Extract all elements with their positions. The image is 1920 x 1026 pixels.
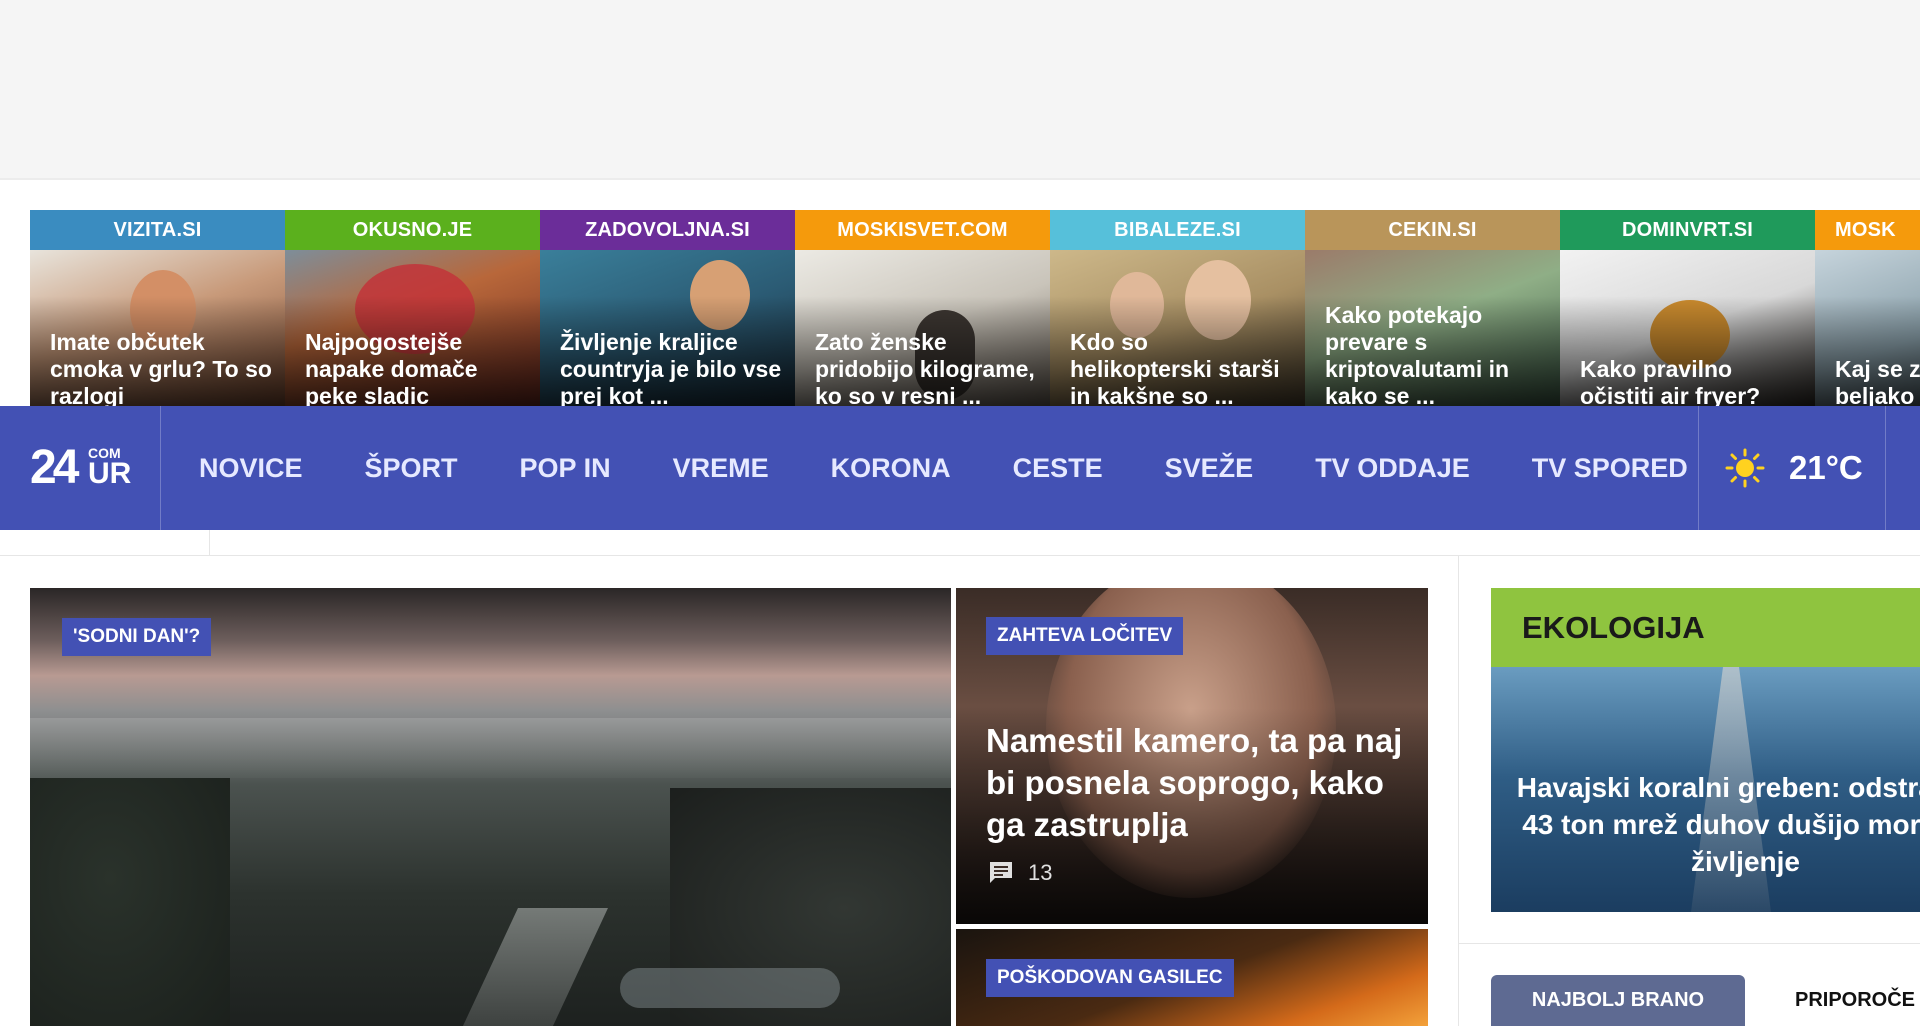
story-card[interactable]: ZAHTEVA LOČITEV Namestil kamero, ta pa n… <box>956 588 1428 924</box>
partner-title[interactable]: Kako pravilno očistiti air fryer? <box>1580 356 1803 406</box>
nav-item-ceste[interactable]: CESTE <box>1013 453 1103 484</box>
divider <box>1458 943 1920 944</box>
story-title[interactable]: Namestil kamero, ta pa naj bi posnela so… <box>986 720 1406 846</box>
story-tag[interactable]: POŠKODOVAN GASILEC <box>986 959 1234 997</box>
nav-item-novice[interactable]: NOVICE <box>199 453 303 484</box>
partner-title[interactable]: Kdo so helikopterski starši in kakšne so… <box>1070 329 1293 406</box>
comment-count-value: 13 <box>1028 860 1053 885</box>
ekologija-box[interactable]: EKOLOGIJA Havajski koralni greben: odstr… <box>1491 588 1920 912</box>
hero-story[interactable]: 'SODNI DAN'? <box>30 588 951 1026</box>
partner-strip: VIZITA.SI Imate občutek cmoka v grlu? To… <box>30 210 1920 406</box>
nav-item-sport[interactable]: ŠPORT <box>365 453 458 484</box>
nav-item-vreme[interactable]: VREME <box>673 453 769 484</box>
logo-number: 24 <box>30 441 79 494</box>
tab-priporoceno[interactable]: PRIPOROČE <box>1745 975 1920 1026</box>
ad-banner-area <box>0 0 1920 180</box>
partner-source[interactable]: MOSKISVET.COM <box>795 210 1050 250</box>
story-tag[interactable]: 'SODNI DAN'? <box>62 618 212 656</box>
temperature: 21°C <box>1789 449 1863 486</box>
partner-title[interactable]: Kaj se z uživate beljako <box>1835 356 1920 406</box>
partner-card[interactable]: ZADOVOLJNA.SI Življenje kraljice country… <box>540 210 795 406</box>
partner-title[interactable]: Kako potekajo prevare s kriptovalutami i… <box>1325 302 1548 406</box>
divider <box>209 530 210 555</box>
story-title[interactable]: Havajski koralni greben: odstranili 43 t… <box>1511 769 1920 880</box>
main-navigation: 24 COM UR NOVICE ŠPORT POP IN VREME KORO… <box>0 406 1920 530</box>
column-divider <box>1458 556 1459 1026</box>
section-heading[interactable]: EKOLOGIJA <box>1491 588 1920 667</box>
nav-item-korona[interactable]: KORONA <box>831 453 951 484</box>
partner-card[interactable]: VIZITA.SI Imate občutek cmoka v grlu? To… <box>30 210 285 406</box>
partner-source[interactable]: BIBALEZE.SI <box>1050 210 1305 250</box>
partner-source[interactable]: OKUSNO.JE <box>285 210 540 250</box>
nav-item-tv-oddaje[interactable]: TV ODDAJE <box>1315 453 1470 484</box>
tab-najbolj-brano[interactable]: NAJBOLJ BRANO <box>1491 975 1745 1026</box>
nav-item-pop-in[interactable]: POP IN <box>520 453 611 484</box>
story-card[interactable]: POŠKODOVAN GASILEC <box>956 929 1428 1026</box>
partner-title[interactable]: Zato ženske pridobijo kilograme, ko so v… <box>815 329 1038 406</box>
logo-ur: UR <box>88 457 132 490</box>
partner-card[interactable]: CEKIN.SI Kako potekajo prevare s kriptov… <box>1305 210 1560 406</box>
site-logo[interactable]: 24 COM UR <box>0 406 161 530</box>
nav-item-sveze[interactable]: SVEŽE <box>1165 453 1254 484</box>
partner-card[interactable]: DOMINVRT.SI Kako pravilno očistiti air f… <box>1560 210 1815 406</box>
story-tag[interactable]: ZAHTEVA LOČITEV <box>986 617 1184 655</box>
nav-menu: NOVICE ŠPORT POP IN VREME KORONA CESTE S… <box>161 406 1750 530</box>
nav-item-tv-spored[interactable]: TV SPORED <box>1532 453 1688 484</box>
partner-source[interactable]: VIZITA.SI <box>30 210 285 250</box>
partner-title[interactable]: Imate občutek cmoka v grlu? To so razlog… <box>50 329 273 406</box>
partner-card[interactable]: OKUSNO.JE Najpogostejše napake domače pe… <box>285 210 540 406</box>
story-image[interactable]: Havajski koralni greben: odstranili 43 t… <box>1491 667 1920 912</box>
partner-source[interactable]: ZADOVOLJNA.SI <box>540 210 795 250</box>
partner-title[interactable]: Najpogostejše napake domače peke sladic <box>305 329 528 406</box>
sun-icon <box>1725 448 1765 488</box>
partner-source[interactable]: CEKIN.SI <box>1305 210 1560 250</box>
divider <box>0 555 1920 556</box>
weather-widget[interactable]: 21°C <box>1698 406 1886 530</box>
comment-icon <box>988 860 1014 886</box>
partner-card[interactable]: BIBALEZE.SI Kdo so helikopterski starši … <box>1050 210 1305 406</box>
partner-title[interactable]: Življenje kraljice countryja je bilo vse… <box>560 329 783 406</box>
partner-card[interactable]: MOSK Kaj se z uživate beljako <box>1815 210 1920 406</box>
partner-source[interactable]: DOMINVRT.SI <box>1560 210 1815 250</box>
comment-count[interactable]: 13 <box>988 860 1052 886</box>
partner-card[interactable]: MOSKISVET.COM Zato ženske pridobijo kilo… <box>795 210 1050 406</box>
partner-source[interactable]: MOSK <box>1815 210 1920 250</box>
